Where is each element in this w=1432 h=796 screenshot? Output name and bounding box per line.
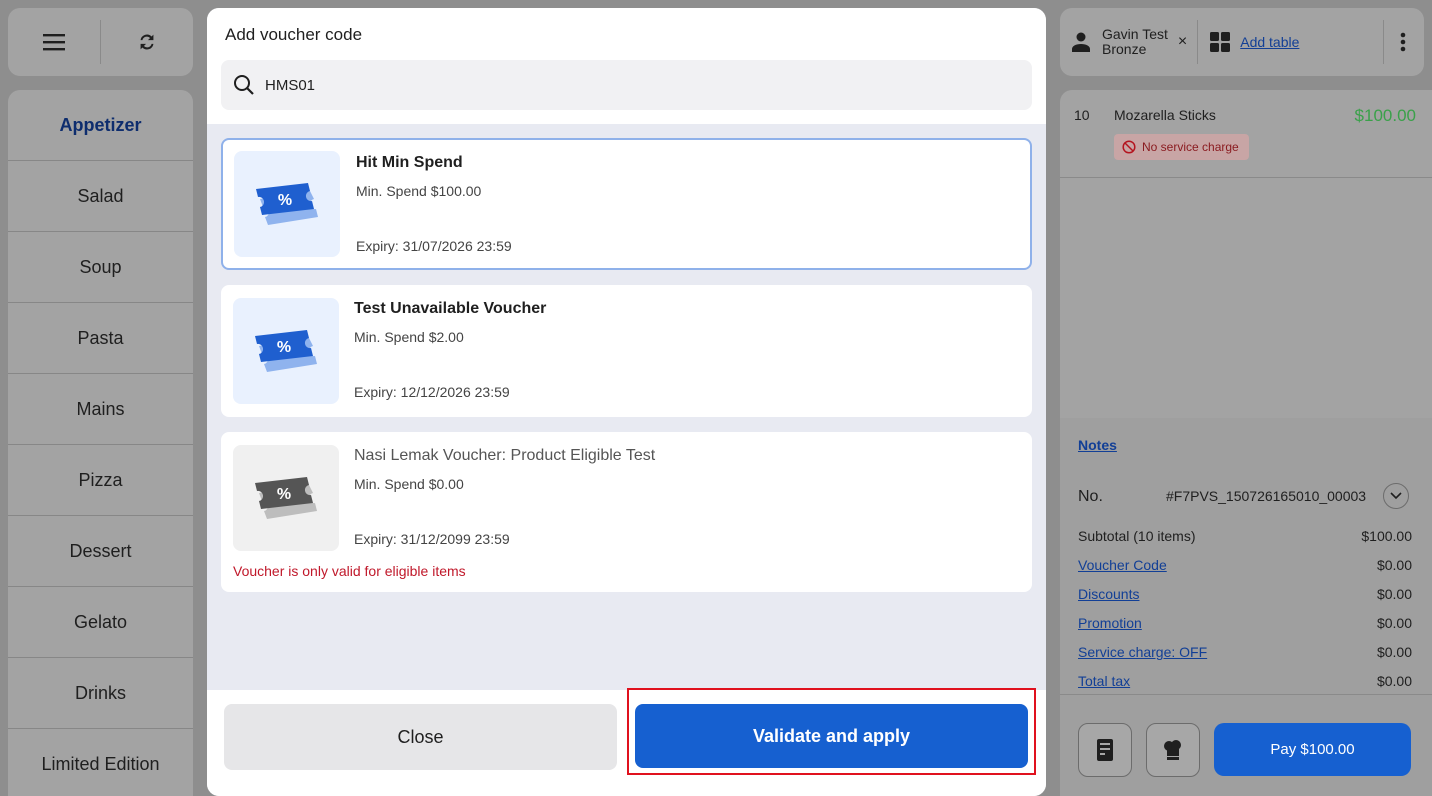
order-header: Gavin Test Bronze × Add table (1060, 8, 1424, 76)
category-appetizer[interactable]: Appetizer (8, 90, 193, 161)
category-gelato[interactable]: Gelato (8, 587, 193, 658)
voucher-name: Nasi Lemak Voucher: Product Eligible Tes… (354, 447, 656, 464)
pay-button-label: Pay $100.00 (1270, 741, 1355, 758)
category-list: Appetizer Salad Soup Pasta Mains Pizza D… (8, 90, 193, 796)
percent-symbol: % (277, 339, 291, 356)
item-price: $100.00 (1354, 106, 1416, 125)
ticket-percent-icon: % (255, 330, 317, 372)
chef-hat-icon (1164, 740, 1181, 760)
table-grid-icon (1210, 32, 1231, 52)
voucher-error-message: Voucher is only valid for eligible items (233, 563, 466, 579)
category-mains[interactable]: Mains (8, 374, 193, 445)
clear-customer-button[interactable]: × (1178, 33, 1187, 51)
order-number: #F7PVS_150726165010_00003 (1166, 488, 1367, 504)
voucher-modal: Add voucher code HMS01 % Hit Min Spend M… (207, 8, 1046, 796)
hamburger-icon (43, 34, 65, 51)
ticket-percent-icon: % (255, 477, 317, 519)
service-charge-link[interactable]: Service charge: OFF (1078, 644, 1207, 673)
voucher-expiry: Expiry: 12/12/2026 23:59 (354, 384, 510, 400)
category-soup[interactable]: Soup (8, 232, 193, 303)
voucher-min-spend: Min. Spend $100.00 (356, 183, 482, 199)
refresh-button[interactable] (101, 8, 193, 76)
ticket-percent-icon: % (256, 183, 318, 225)
item-name: Mozarella Sticks (1114, 107, 1216, 123)
voucher-expiry: Expiry: 31/12/2099 23:59 (354, 531, 510, 547)
no-service-charge-tag: No service charge (1114, 134, 1249, 160)
discounts-link[interactable]: Discounts (1078, 586, 1139, 615)
search-value: HMS01 (265, 76, 316, 94)
notes-link[interactable]: Notes (1078, 437, 1117, 453)
total-tax-value: $0.00 (1376, 673, 1412, 689)
chevron-down-icon (1390, 492, 1402, 500)
highlight-box (627, 688, 1036, 775)
customer-name: Gavin Test (1102, 26, 1168, 42)
pay-button[interactable]: Pay $100.00 (1214, 723, 1411, 776)
voucher-row: Voucher Code $0.00 (1078, 557, 1412, 586)
subtotal-value: $100.00 (1361, 528, 1412, 544)
percent-symbol: % (278, 192, 292, 209)
order-number-dropdown[interactable] (1383, 483, 1409, 509)
voucher-min-spend: Min. Spend $0.00 (354, 476, 464, 492)
voucher-code-link[interactable]: Voucher Code (1078, 557, 1167, 586)
customer-tier: Bronze (1102, 41, 1147, 57)
voucher-icon: % (233, 445, 339, 551)
more-vertical-icon[interactable] (1400, 32, 1406, 52)
tag-label: No service charge (1142, 140, 1239, 154)
person-icon (1072, 32, 1090, 52)
category-pizza[interactable]: Pizza (8, 445, 193, 516)
subtotal-row: Subtotal (10 items) $100.00 (1078, 528, 1412, 557)
voucher-name: Hit Min Spend (356, 154, 463, 171)
percent-symbol: % (277, 486, 291, 503)
close-button[interactable]: Close (224, 704, 617, 770)
promotion-row: Promotion $0.00 (1078, 615, 1412, 644)
voucher-card-unavailable[interactable]: % Nasi Lemak Voucher: Product Eligible T… (221, 432, 1032, 592)
order-no-label: No. (1078, 488, 1103, 505)
service-charge-row: Service charge: OFF $0.00 (1078, 644, 1412, 673)
voucher-name: Test Unavailable Voucher (354, 300, 547, 317)
voucher-expiry: Expiry: 31/07/2026 23:59 (356, 238, 512, 254)
discounts-value: $0.00 (1376, 586, 1412, 602)
category-pasta[interactable]: Pasta (8, 303, 193, 374)
promotion-link[interactable]: Promotion (1078, 615, 1142, 644)
bill-button[interactable] (1078, 723, 1132, 777)
voucher-min-spend: Min. Spend $2.00 (354, 329, 464, 345)
left-toolbar (8, 8, 193, 76)
header-divider (1197, 20, 1199, 64)
receipt-icon (1097, 739, 1113, 761)
service-charge-value: $0.00 (1376, 644, 1412, 660)
kitchen-button[interactable] (1146, 723, 1200, 777)
voucher-value: $0.00 (1376, 557, 1412, 573)
total-tax-row: Total tax $0.00 (1078, 673, 1412, 702)
voucher-search-input[interactable]: HMS01 (221, 60, 1032, 110)
category-drinks[interactable]: Drinks (8, 658, 193, 729)
category-limited-edition[interactable]: Limited Edition (8, 729, 193, 796)
modal-header: Add voucher code HMS01 (207, 8, 1046, 124)
item-qty: 10 (1074, 107, 1090, 123)
voucher-card[interactable]: % Test Unavailable Voucher Min. Spend $2… (221, 285, 1032, 417)
header-divider (1383, 20, 1384, 64)
block-icon (1122, 140, 1136, 154)
menu-button[interactable] (8, 8, 100, 76)
category-dessert[interactable]: Dessert (8, 516, 193, 587)
summary-divider (1060, 694, 1432, 695)
order-summary: Notes No. #F7PVS_150726165010_00003 Subt… (1060, 418, 1432, 796)
voucher-card[interactable]: % Hit Min Spend Min. Spend $100.00 Expir… (221, 138, 1032, 270)
refresh-icon (140, 34, 154, 50)
total-tax-link[interactable]: Total tax (1078, 673, 1130, 702)
discounts-row: Discounts $0.00 (1078, 586, 1412, 615)
add-table-link[interactable]: Add table (1240, 34, 1299, 50)
category-salad[interactable]: Salad (8, 161, 193, 232)
modal-title: Add voucher code (225, 25, 363, 44)
order-item[interactable]: 10 Mozarella Sticks $100.00 No service c… (1060, 90, 1432, 178)
promotion-value: $0.00 (1376, 615, 1412, 631)
customer-info[interactable]: Gavin Test Bronze (1102, 27, 1168, 57)
order-panel: 10 Mozarella Sticks $100.00 No service c… (1060, 90, 1432, 796)
search-icon (234, 75, 254, 95)
voucher-icon: % (234, 151, 340, 257)
voucher-icon: % (233, 298, 339, 404)
subtotal-label: Subtotal (10 items) (1078, 528, 1196, 544)
